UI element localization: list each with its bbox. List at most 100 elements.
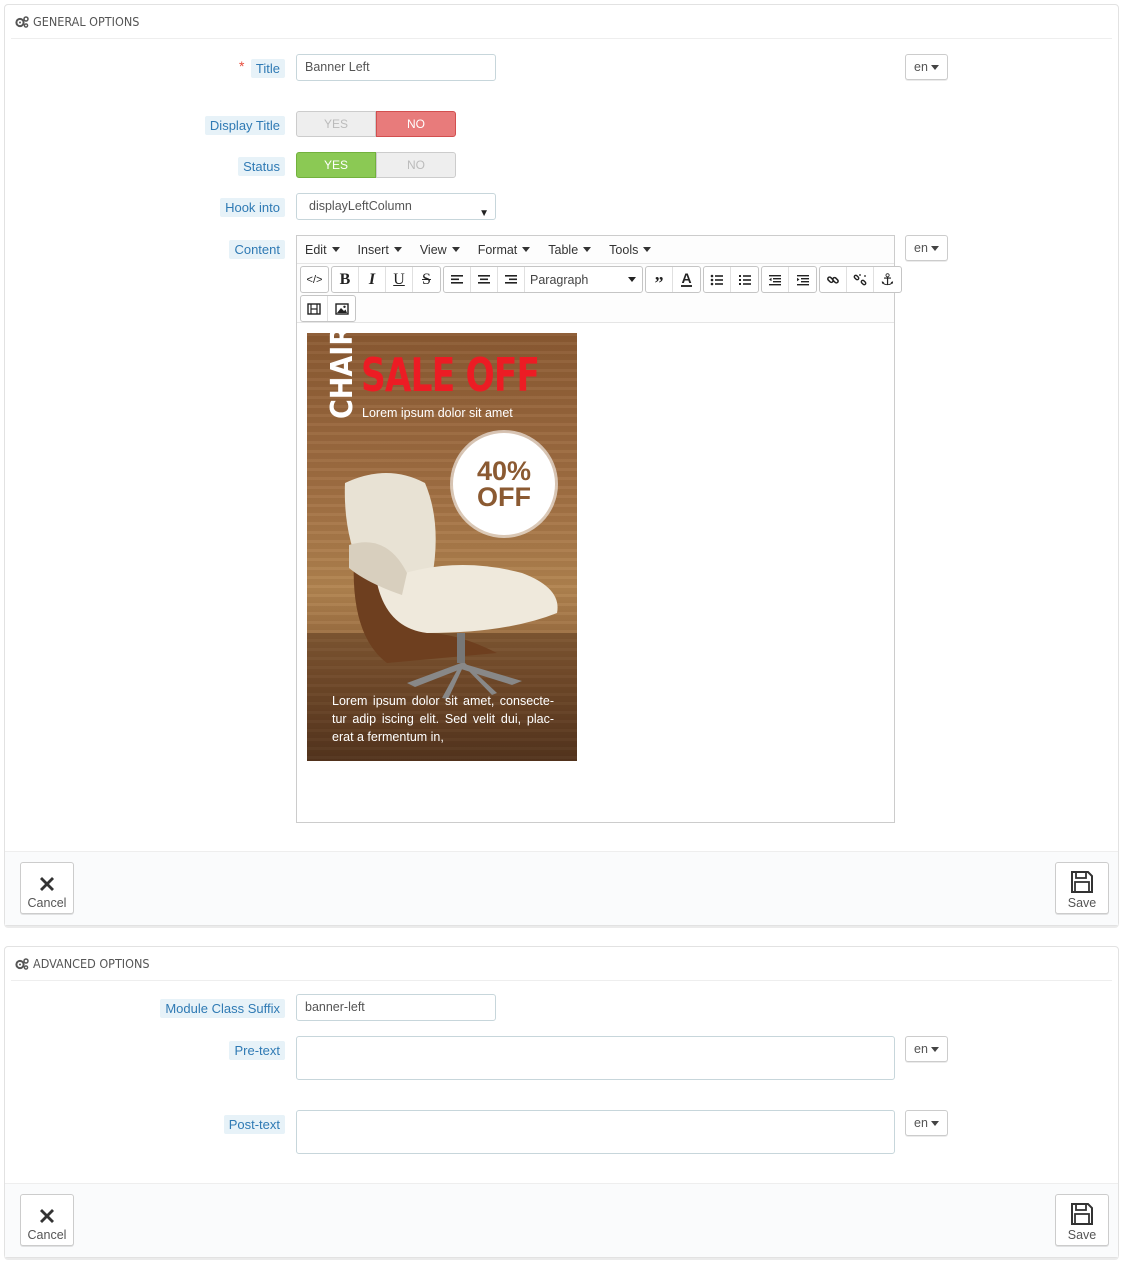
status-no[interactable]: NO (376, 152, 456, 178)
title-lang-label: en (914, 60, 928, 74)
insert-link-button[interactable] (820, 267, 847, 292)
numbered-list-icon (738, 274, 751, 285)
unlink-button[interactable] (847, 267, 874, 292)
editor-toolbar: </> B I U S Paragraph ” A ⚓ (297, 264, 902, 323)
italic-button[interactable]: I (359, 267, 386, 292)
chevron-down-icon (930, 1120, 939, 1126)
strikethrough-button[interactable]: S (413, 267, 440, 292)
insert-image-button[interactable] (328, 296, 355, 321)
indent-button[interactable] (789, 267, 816, 292)
bullet-list-button[interactable] (704, 267, 731, 292)
banner-image: CHAIR SALE OFF Lorem ipsum dolor sit ame… (307, 333, 577, 761)
indent-icon (796, 274, 809, 285)
code-icon: </> (306, 273, 323, 286)
content-label: Content (229, 240, 285, 259)
title-lang-dropdown[interactable]: en (905, 54, 948, 80)
source-code-button[interactable]: </> (301, 267, 328, 292)
post-text-textarea[interactable] (296, 1110, 895, 1154)
save-button[interactable]: Save (1055, 862, 1109, 914)
chevron-down-icon (628, 277, 636, 282)
menu-view[interactable]: View (416, 243, 460, 257)
bold-icon: B (339, 270, 351, 288)
text-color-icon: A (681, 270, 692, 287)
align-right-icon (505, 274, 517, 284)
general-options-panel: GENERAL OPTIONS * Title Banner Left en D… (4, 4, 1119, 926)
chevron-down-icon (583, 247, 592, 252)
bold-button[interactable]: B (332, 267, 359, 292)
post-text-label: Post-text (223, 1115, 285, 1134)
cancel-button[interactable]: Cancel (20, 1194, 74, 1246)
outdent-icon (769, 274, 781, 285)
menu-table[interactable]: Table (544, 243, 592, 257)
align-center-button[interactable] (471, 267, 498, 292)
anchor-button[interactable]: ⚓ (874, 267, 901, 292)
quote-icon: ” (654, 272, 664, 293)
format-select[interactable]: Paragraph (525, 267, 642, 292)
content-lang-label: en (914, 241, 928, 255)
cancel-label: Cancel (27, 896, 67, 910)
pre-text-textarea[interactable] (296, 1036, 895, 1080)
display-title-switch[interactable]: YES NO (296, 111, 456, 137)
numbered-list-button[interactable] (731, 267, 758, 292)
align-left-button[interactable] (444, 267, 471, 292)
outdent-button[interactable] (762, 267, 789, 292)
close-icon (40, 877, 54, 891)
banner-chair-text: CHAIR (325, 333, 360, 419)
display-title-yes[interactable]: YES (296, 111, 376, 137)
cancel-button[interactable]: Cancel (20, 862, 74, 914)
chevron-down-icon (643, 247, 652, 252)
italic-icon: I (368, 270, 376, 288)
required-star: * (239, 58, 245, 74)
cogs-icon (15, 15, 29, 28)
blockquote-button[interactable]: ” (646, 267, 673, 292)
cogs-icon (15, 957, 29, 970)
save-label: Save (1067, 896, 1097, 910)
general-options-title: GENERAL OPTIONS (33, 14, 140, 29)
hook-into-value: displayLeftColumn (309, 199, 412, 213)
content-lang-dropdown[interactable]: en (905, 235, 948, 261)
chevron-down-icon (930, 245, 939, 251)
post-text-lang-dropdown[interactable]: en (905, 1110, 948, 1136)
text-color-button[interactable]: A (673, 267, 700, 292)
rich-text-editor[interactable]: Edit Insert View Format Table Tools </> … (296, 235, 902, 823)
pre-text-lang-dropdown[interactable]: en (905, 1036, 948, 1062)
pre-text-label: Pre-text (229, 1041, 285, 1060)
menu-tools[interactable]: Tools (605, 243, 652, 257)
status-label: Status (238, 157, 285, 176)
underline-button[interactable]: U (386, 267, 413, 292)
banner-sale-text: SALE OFF (361, 348, 540, 402)
editor-menubar: Edit Insert View Format Table Tools (297, 236, 894, 264)
align-right-button[interactable] (498, 267, 525, 292)
title-input[interactable]: Banner Left (296, 54, 496, 81)
save-icon (1071, 1203, 1093, 1225)
film-icon (307, 302, 321, 315)
display-title-label: Display Title (204, 116, 285, 135)
chevron-down-icon (451, 247, 460, 252)
hook-into-label: Hook into (220, 198, 285, 217)
general-options-heading: GENERAL OPTIONS (11, 5, 1112, 39)
pre-text-lang-label: en (914, 1042, 928, 1056)
menu-insert[interactable]: Insert (354, 243, 402, 257)
advanced-panel-footer: Cancel Save (5, 1183, 1118, 1257)
image-icon (334, 302, 349, 315)
status-yes[interactable]: YES (296, 152, 376, 178)
align-center-icon (478, 274, 490, 284)
select-arrow-icon: ▼ (479, 208, 489, 219)
strikethrough-icon: S (422, 270, 431, 288)
insert-video-button[interactable] (301, 296, 328, 321)
anchor-icon: ⚓ (880, 271, 895, 289)
module-class-suffix-label: Module Class Suffix (160, 999, 285, 1018)
badge-off: OFF (477, 482, 531, 512)
menu-format[interactable]: Format (474, 243, 531, 257)
underline-icon: U (393, 270, 405, 288)
module-class-suffix-input[interactable]: banner-left (296, 994, 496, 1021)
hook-into-select[interactable]: displayLeftColumn ▼ (296, 193, 496, 220)
advanced-options-title: ADVANCED OPTIONS (33, 956, 150, 971)
status-switch[interactable]: YES NO (296, 152, 456, 178)
save-button[interactable]: Save (1055, 1194, 1109, 1246)
banner-body-text: Lorem ipsum dolor sit amet, consecte-tur… (332, 694, 554, 744)
link-icon (827, 275, 839, 284)
display-title-no[interactable]: NO (376, 111, 456, 137)
menu-edit[interactable]: Edit (301, 243, 340, 257)
title-label: Title (250, 59, 285, 78)
